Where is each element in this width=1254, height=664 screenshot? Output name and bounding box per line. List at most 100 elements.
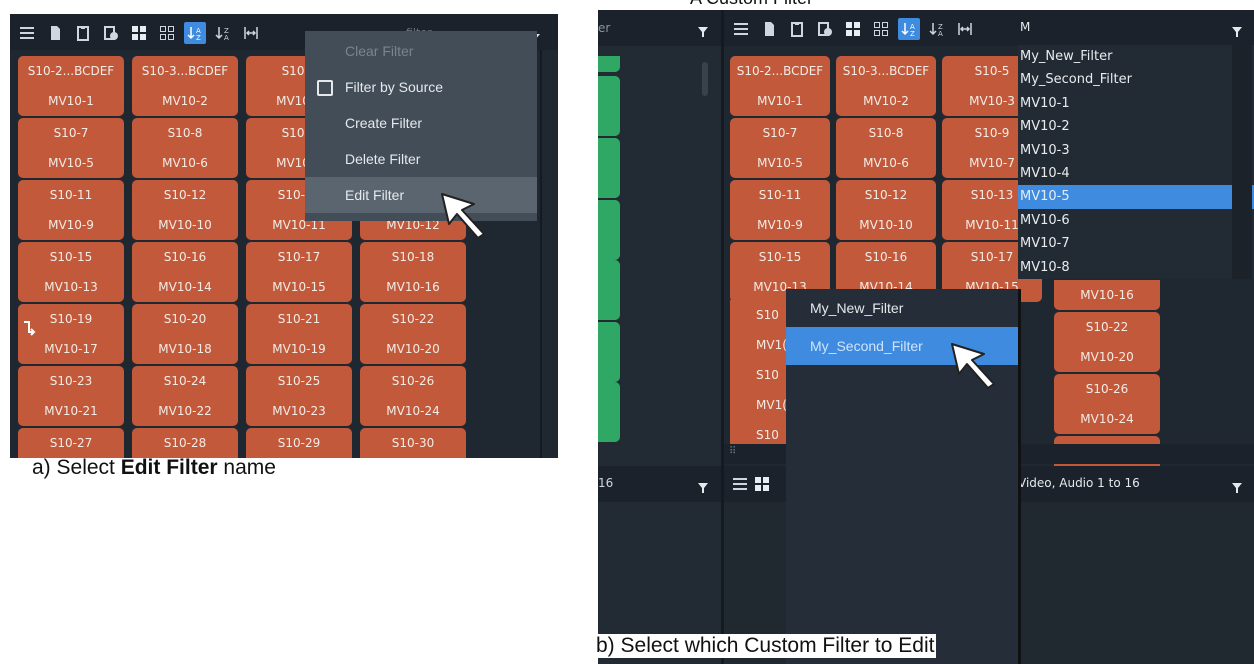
tile-right-cell[interactable]: S10-26	[1054, 374, 1160, 404]
left-filter-icon[interactable]	[698, 22, 708, 41]
tile[interactable]: S10-26 MV10-24	[360, 366, 466, 426]
tile-dest-label: MV10-5	[48, 156, 94, 170]
grid-small-icon[interactable]	[156, 22, 178, 44]
dropdown-item[interactable]: MV10-6	[1018, 209, 1254, 232]
tile-stub[interactable]: MV1(	[730, 390, 790, 420]
bottom-grid-icon[interactable]	[754, 476, 770, 496]
filter-by-source-item[interactable]: Filter by Source	[305, 69, 537, 105]
tile-stub[interactable]: S10	[730, 360, 790, 390]
dropdown-item[interactable]: My_Second_Filter	[1018, 68, 1254, 91]
tile[interactable]: S10-25 MV10-23	[246, 366, 352, 426]
tile-dest-label: MV10-1	[48, 94, 94, 108]
green-button-5[interactable]	[598, 260, 620, 320]
document-icon[interactable]	[758, 18, 780, 40]
tile[interactable]: S10-7 MV10-5	[18, 118, 124, 178]
fit-width-icon[interactable]	[954, 18, 976, 40]
tile[interactable]: S10-29	[246, 428, 352, 458]
green-button-6[interactable]	[598, 322, 620, 382]
clipboard-icon[interactable]	[72, 22, 94, 44]
tile[interactable]: S10-15 MV10-13	[18, 242, 124, 302]
sort-ascending-icon[interactable]: AZ	[184, 22, 206, 44]
delete-filter-item[interactable]: Delete Filter	[305, 141, 537, 177]
tile[interactable]: S10-3...BCDEF MV10-2	[132, 56, 238, 116]
tile-right-cell[interactable]: S10-22	[1054, 312, 1160, 342]
sort-ascending-icon[interactable]: AZ	[898, 18, 920, 40]
tile-stub[interactable]: MV1(	[730, 330, 790, 360]
tile-source-label: S10-21	[277, 312, 321, 326]
left-scrollbar[interactable]	[702, 62, 708, 96]
create-filter-item[interactable]: Create Filter	[305, 105, 537, 141]
green-button-4[interactable]	[598, 200, 620, 260]
sort-descending-icon[interactable]: ZA	[926, 18, 948, 40]
tile[interactable]: S10-7 MV10-5	[730, 118, 830, 178]
grid-large-icon[interactable]	[842, 18, 864, 40]
dropdown-item[interactable]: MV10-8	[1018, 256, 1254, 279]
tile[interactable]: S10-8 MV10-6	[132, 118, 238, 178]
green-button-2[interactable]	[598, 76, 620, 136]
tile[interactable]: S10-3...BCDEF MV10-2	[836, 56, 936, 116]
dropdown-item[interactable]: MV10-1	[1018, 92, 1254, 115]
tile-right-cell[interactable]: MV10-20	[1054, 342, 1160, 372]
tile-right-cell[interactable]: MV10-16	[1054, 280, 1160, 310]
bottom-filter-icon[interactable]	[1232, 478, 1242, 497]
dropdown-item[interactable]: MV10-7	[1018, 232, 1254, 255]
tile-source-label: S10-7	[53, 126, 89, 140]
paste-icon[interactable]	[814, 18, 836, 40]
tile[interactable]: S10-24 MV10-22	[132, 366, 238, 426]
grid-large-icon[interactable]	[128, 22, 150, 44]
panel-a-divider	[540, 50, 542, 458]
tile[interactable]: S10-28	[132, 428, 238, 458]
green-button-1[interactable]	[598, 56, 620, 72]
tile[interactable]: S10-17 MV10-15	[246, 242, 352, 302]
green-button-7[interactable]	[598, 382, 620, 442]
edit-filter-item[interactable]: Edit Filter	[305, 177, 537, 213]
tile-grid-b: S10-2...BCDEF MV10-1 S10-3...BCDEF MV10-2 S1…	[730, 56, 1042, 302]
tile[interactable]: S10-16 MV10-14	[132, 242, 238, 302]
tile[interactable]: S10-20 MV10-18	[132, 304, 238, 364]
filter-funnel-icon[interactable]	[1232, 22, 1242, 41]
filter-by-source-checkbox[interactable]	[317, 80, 333, 96]
grid-small-icon[interactable]	[870, 18, 892, 40]
tile[interactable]: S10-22 MV10-20	[360, 304, 466, 364]
tile[interactable]: S10-11 MV10-9	[730, 180, 830, 240]
dropdown-item[interactable]: MV10-5	[1018, 185, 1254, 209]
tile[interactable]: S10-18 MV10-16	[360, 242, 466, 302]
dropdown-item[interactable]: MV10-3	[1018, 139, 1254, 162]
tile[interactable]: S10-23 MV10-21	[18, 366, 124, 426]
tile-dest-label: MV10-1	[757, 94, 803, 108]
tile[interactable]: S10-2...BCDEF MV10-1	[730, 56, 830, 116]
clear-filter-item[interactable]: Clear Filter	[305, 33, 537, 69]
tile[interactable]: S10-11 MV10-9	[18, 180, 124, 240]
tile[interactable]: S10-30	[360, 428, 466, 458]
tile-stub[interactable]: S10	[730, 300, 790, 330]
dropdown-item[interactable]: MV10-4	[1018, 162, 1254, 185]
green-button-3[interactable]	[598, 138, 620, 198]
tile[interactable]: S10-21 MV10-19	[246, 304, 352, 364]
mouse-pointer-icon	[950, 342, 996, 394]
tile-right-cell[interactable]: MV10-24	[1054, 404, 1160, 434]
list-view-icon[interactable]	[730, 18, 752, 40]
splitter-grip-icon[interactable]: ⠿	[729, 446, 736, 457]
left-bottom-filter-icon[interactable]	[698, 478, 708, 497]
dropdown-item[interactable]: MV10-2	[1018, 115, 1254, 138]
dropdown-item[interactable]: My_New_Filter	[1018, 45, 1254, 68]
fit-width-icon[interactable]	[240, 22, 262, 44]
tile[interactable]: S10-8 MV10-6	[836, 118, 936, 178]
tile-dest-label: MV10-5	[757, 156, 803, 170]
left-stub-tiles: S10 MV1(S10 MV1(S10	[730, 300, 790, 450]
filter-input-b[interactable]: M	[1020, 20, 1030, 34]
tile[interactable]: S10-12 MV10-10	[836, 180, 936, 240]
bottom-right-text: Video, Audio 1 to 16	[1018, 476, 1140, 490]
dropdown-scrollbar[interactable]	[1232, 45, 1252, 279]
popup-filter-item[interactable]: My_New_Filter	[786, 289, 1018, 327]
tile[interactable]: S10-12 MV10-10	[132, 180, 238, 240]
bottom-list-icon[interactable]	[732, 476, 748, 496]
tile-source-label: S10-30	[391, 436, 435, 450]
tile[interactable]: S10-2...BCDEF MV10-1	[18, 56, 124, 116]
paste-icon[interactable]	[100, 22, 122, 44]
tile[interactable]: S10-27	[18, 428, 124, 458]
document-icon[interactable]	[44, 22, 66, 44]
clipboard-icon[interactable]	[786, 18, 808, 40]
sort-descending-icon[interactable]: ZA	[212, 22, 234, 44]
list-view-icon[interactable]	[16, 22, 38, 44]
